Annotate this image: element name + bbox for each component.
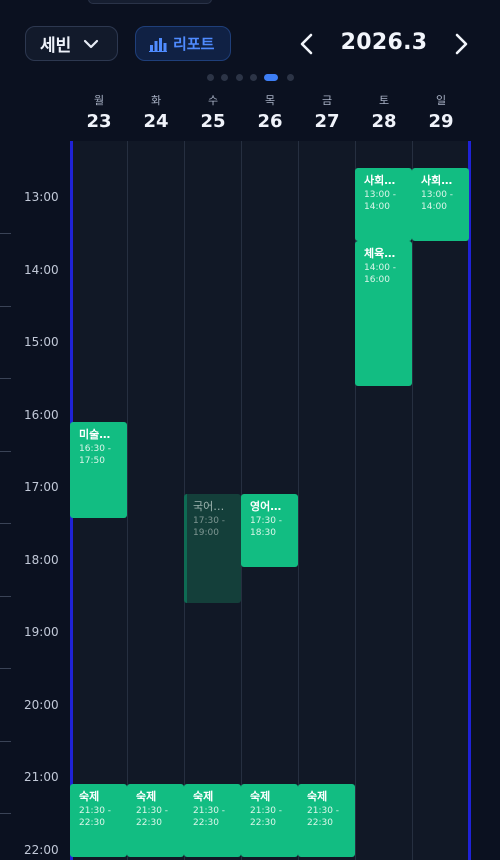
column-divider	[127, 141, 128, 860]
date-number: 26	[257, 111, 283, 132]
event-block[interactable]: 숙제 21:30 - 22:30	[70, 784, 127, 857]
user-name: 세빈	[40, 36, 72, 56]
top-bar: 세빈 리포트 2026.3	[0, 0, 500, 94]
column-divider	[412, 141, 413, 860]
hour-label: 13:00	[24, 190, 59, 204]
event-block[interactable]: 사회… 13:00 - 14:00	[355, 168, 412, 241]
day-header[interactable]: 월 23	[71, 94, 127, 132]
event-block[interactable]: 체육… 14:00 - 16:00	[355, 240, 412, 386]
event-time-range: 16:30 - 17:50	[79, 443, 112, 466]
event-block[interactable]: 사회… 13:00 - 14:00	[412, 168, 469, 241]
event-time-range: 21:30 - 22:30	[79, 806, 112, 829]
event-title: 사회…	[364, 174, 396, 187]
chevron-right-icon[interactable]	[453, 33, 469, 55]
day-header[interactable]: 수 25	[185, 94, 241, 132]
event-time-range: 17:30 - 19:00	[193, 516, 226, 539]
weekday-label: 수	[207, 94, 219, 107]
page-dot[interactable]	[221, 74, 228, 81]
chevron-down-icon	[84, 39, 99, 48]
day-header[interactable]: 화 24	[128, 94, 184, 132]
top-sliver	[88, 0, 212, 4]
event-time-range: 17:30 - 18:30	[250, 516, 283, 539]
weekday-label: 목	[264, 94, 276, 107]
column-divider	[298, 141, 299, 860]
day-header[interactable]: 토 28	[356, 94, 412, 132]
event-time-range: 21:30 - 22:30	[136, 806, 169, 829]
event-block[interactable]: 숙제 21:30 - 22:30	[241, 784, 298, 857]
half-hour-tick	[0, 595, 11, 597]
bar-chart-icon	[149, 37, 167, 52]
hour-label: 19:00	[24, 625, 59, 639]
week-edge-right	[468, 141, 471, 860]
weekday-label: 일	[435, 94, 447, 107]
event-title: 사회…	[421, 174, 453, 187]
report-button[interactable]: 리포트	[135, 26, 231, 61]
page-dot[interactable]	[207, 74, 214, 81]
user-select[interactable]: 세빈	[25, 26, 118, 61]
day-header[interactable]: 일 29	[413, 94, 469, 132]
event-title: 국어…	[193, 500, 225, 514]
day-header[interactable]: 목 26	[242, 94, 298, 132]
day-headers: 월 23 화 24 수 25 목 26 금 27 토 28 일 29	[0, 94, 500, 140]
event-block[interactable]: 숙제 21:30 - 22:30	[184, 784, 241, 857]
event-time-range: 13:00 - 14:00	[364, 190, 397, 212]
hour-label: 20:00	[24, 697, 59, 712]
chevron-left-icon[interactable]	[299, 33, 315, 55]
hour-label: 14:00	[24, 262, 59, 277]
event-block[interactable]: 국어… 17:30 - 19:00	[184, 494, 241, 603]
weekday-label: 월	[93, 94, 105, 107]
event-block[interactable]: 숙제 21:30 - 22:30	[298, 784, 355, 857]
date-number: 29	[428, 111, 454, 132]
report-label: 리포트	[173, 35, 215, 53]
weekday-label: 금	[321, 94, 333, 107]
event-time-range: 21:30 - 22:30	[193, 806, 226, 829]
event-time-range: 13:00 - 14:00	[421, 190, 454, 212]
event-time-range: 21:30 - 22:30	[250, 806, 283, 829]
half-hour-tick	[0, 378, 11, 379]
event-title: 숙제	[250, 790, 271, 804]
page-dot[interactable]	[236, 74, 243, 81]
event-accent-bar	[184, 494, 187, 603]
half-hour-tick	[0, 668, 11, 669]
half-hour-tick	[0, 450, 11, 452]
month-label: 2026.3	[340, 30, 428, 55]
page-indicator[interactable]	[0, 74, 500, 82]
date-number: 24	[143, 111, 169, 132]
event-title: 숙제	[79, 790, 100, 804]
half-hour-tick	[0, 740, 11, 742]
weekday-label: 토	[378, 94, 390, 107]
half-hour-tick	[0, 305, 11, 307]
date-number: 28	[371, 111, 397, 132]
page-dot[interactable]	[287, 74, 294, 81]
event-block[interactable]: 미술… 16:30 - 17:50	[70, 421, 127, 519]
hour-label: 22:00	[24, 842, 59, 857]
event-block[interactable]: 영어… 17:30 - 18:30	[241, 494, 298, 567]
event-title: 숙제	[136, 790, 157, 804]
date-number: 27	[314, 111, 340, 132]
event-title: 체육…	[364, 246, 396, 260]
page-dot[interactable]	[264, 74, 278, 81]
half-hour-tick	[0, 523, 11, 524]
event-title: 미술…	[79, 427, 111, 441]
date-number: 23	[86, 111, 112, 132]
weekday-label: 화	[150, 94, 162, 107]
event-title: 숙제	[193, 790, 214, 804]
event-title: 영어…	[250, 500, 282, 514]
day-header[interactable]: 금 27	[299, 94, 355, 132]
event-time-range: 14:00 - 16:00	[364, 262, 397, 285]
hour-label: 18:00	[24, 552, 59, 567]
event-time-range: 21:30 - 22:30	[307, 806, 340, 829]
event-title: 숙제	[307, 790, 328, 804]
hour-label: 16:00	[24, 407, 59, 422]
page-dot[interactable]	[250, 74, 257, 81]
hour-label: 15:00	[24, 335, 59, 349]
date-number: 25	[200, 111, 226, 132]
half-hour-tick	[0, 813, 11, 814]
hour-label: 17:00	[24, 480, 59, 494]
event-block[interactable]: 숙제 21:30 - 22:30	[127, 784, 184, 857]
hour-label: 21:00	[24, 770, 59, 784]
half-hour-tick	[0, 233, 11, 234]
